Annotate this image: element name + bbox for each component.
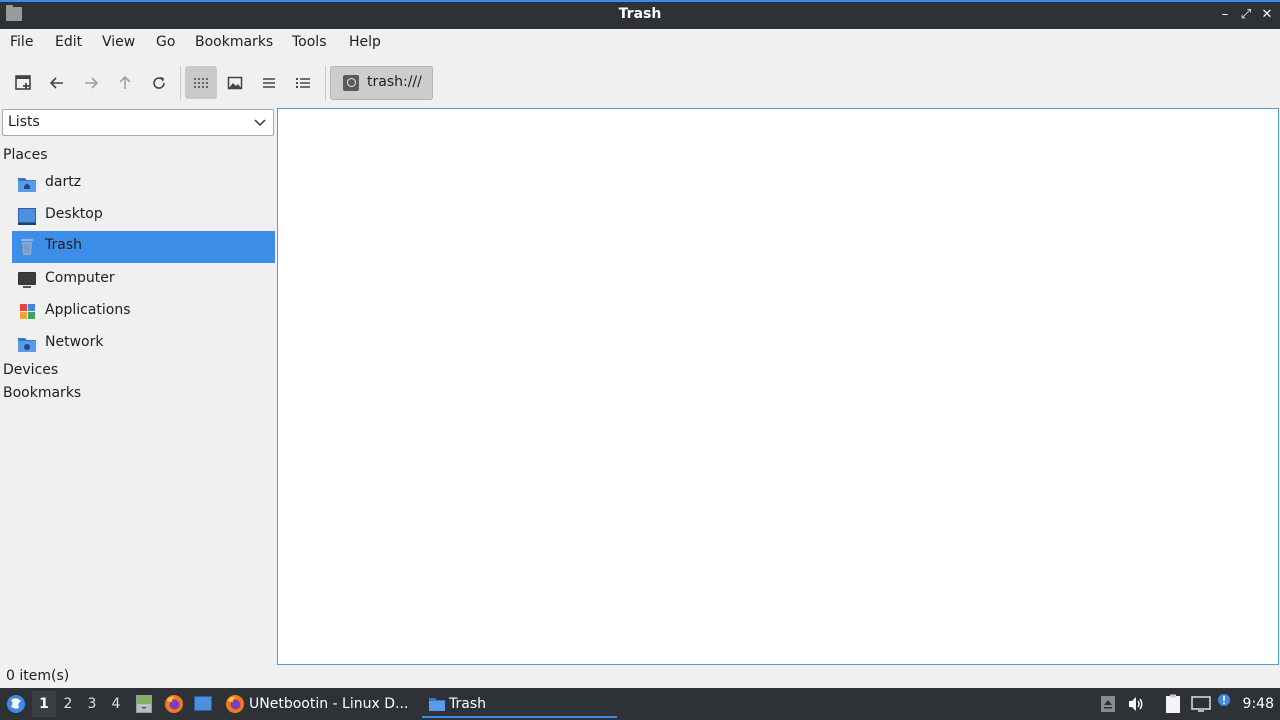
detailed-list-icon [296, 77, 310, 88]
compact-view-button[interactable] [253, 66, 285, 99]
up-button[interactable] [109, 66, 141, 99]
side-pane-mode-select[interactable]: Lists [2, 109, 274, 136]
chevron-down-icon [254, 119, 266, 127]
desktop-icon [194, 696, 212, 711]
path-label: trash:/// [367, 74, 422, 90]
new-tab-icon [15, 74, 31, 90]
eject-icon [1101, 696, 1115, 712]
computer-icon [18, 272, 36, 288]
menu-help[interactable]: Help [349, 34, 381, 50]
menu-file[interactable]: File [10, 34, 33, 50]
workspace-3[interactable]: 3 [84, 696, 100, 712]
window-title: Trash [618, 6, 662, 22]
sidebar-item-computer[interactable]: Computer [12, 264, 275, 296]
reload-icon [153, 76, 165, 89]
sidebar-item-home[interactable]: dartz [12, 168, 275, 200]
close-button[interactable]: ✕ [1258, 5, 1276, 25]
firefox-launcher[interactable] [163, 688, 185, 720]
back-button[interactable] [41, 66, 73, 99]
status-text: 0 item(s) [6, 668, 70, 684]
side-pane: Lists Places dartz Desktop Trash Compute… [0, 108, 276, 666]
folder-view[interactable] [277, 108, 1279, 665]
folder-icon [429, 698, 445, 711]
clock[interactable]: 9:48 [1243, 696, 1274, 712]
sidebar-item-label: Trash [45, 237, 82, 253]
sidebar-item-network[interactable]: Network [12, 328, 275, 360]
arrow-left-icon [49, 76, 63, 89]
forward-button[interactable] [75, 66, 107, 99]
info-icon [1218, 694, 1230, 706]
title-bar: Trash – ⤢ ✕ [0, 0, 1280, 29]
thumbnail-view-button[interactable] [219, 66, 251, 99]
toolbar-separator [325, 66, 326, 100]
minimize-button[interactable]: – [1216, 5, 1234, 25]
menu-go[interactable]: Go [156, 34, 175, 50]
menu-bar: File Edit View Go Bookmarks Tools Help [0, 29, 1280, 57]
task-label: Trash [449, 696, 486, 712]
icon-grid-icon [194, 77, 208, 88]
toolbar: trash:/// [0, 58, 1280, 106]
task-unetbootin[interactable]: UNetbootin - Linux D... [222, 688, 414, 720]
reload-button[interactable] [143, 66, 175, 99]
menu-bookmarks[interactable]: Bookmarks [195, 34, 273, 50]
firefox-icon [226, 695, 244, 713]
tray-notification[interactable] [1216, 688, 1234, 720]
home-folder-icon [18, 178, 36, 192]
menu-edit[interactable]: Edit [55, 34, 82, 50]
workspace-2[interactable]: 2 [60, 696, 76, 712]
bookmarks-heading[interactable]: Bookmarks [3, 385, 81, 401]
lxqt-logo-icon [7, 695, 25, 713]
toolbar-separator [180, 66, 181, 100]
tray-removable-media[interactable] [1098, 688, 1118, 720]
file-cabinet-icon [136, 695, 152, 713]
arrow-up-icon [119, 75, 131, 89]
sidebar-item-label: dartz [45, 174, 82, 190]
clipboard-icon [1166, 694, 1180, 713]
side-pane-mode-label: Lists [8, 114, 40, 130]
file-manager-launcher[interactable] [133, 688, 155, 720]
new-tab-button[interactable] [7, 66, 39, 99]
menu-tools[interactable]: Tools [292, 34, 327, 50]
tray-clipboard[interactable] [1162, 688, 1184, 720]
sidebar-item-label: Applications [45, 302, 131, 318]
sidebar-item-label: Computer [45, 270, 115, 286]
tray-network[interactable] [1190, 688, 1212, 720]
volume-icon [1129, 697, 1143, 711]
image-icon [227, 76, 243, 89]
task-label: UNetbootin - Linux D... [249, 696, 409, 712]
start-menu-button[interactable] [4, 688, 28, 720]
task-trash[interactable]: Trash [422, 688, 617, 720]
desktop-icon [18, 208, 36, 225]
detailed-list-view-button[interactable] [287, 66, 319, 99]
path-button[interactable]: trash:/// [330, 66, 433, 100]
tray-volume[interactable] [1126, 688, 1146, 720]
maximize-button[interactable]: ⤢ [1237, 5, 1255, 25]
sidebar-item-trash[interactable]: Trash [12, 231, 275, 263]
trash-location-icon [343, 75, 359, 91]
workspace-4[interactable]: 4 [108, 696, 124, 712]
firefox-icon [165, 695, 183, 713]
workspace-1[interactable]: 1 [36, 696, 52, 712]
sidebar-item-label: Desktop [45, 206, 103, 222]
sidebar-item-label: Network [45, 334, 104, 350]
applications-icon [20, 304, 35, 319]
trash-icon [21, 239, 33, 255]
show-desktop-launcher[interactable] [192, 688, 214, 720]
devices-heading[interactable]: Devices [3, 362, 58, 378]
menu-view[interactable]: View [102, 34, 135, 50]
icon-view-button[interactable] [185, 66, 217, 99]
taskbar: 1 2 3 4 UNetbootin - Linux D... Trash 9:… [0, 688, 1280, 720]
arrow-right-icon [85, 76, 99, 89]
compact-list-icon [263, 77, 275, 88]
network-monitor-icon [1191, 696, 1211, 712]
sidebar-item-applications[interactable]: Applications [12, 296, 275, 328]
network-icon [18, 338, 36, 352]
places-heading[interactable]: Places [3, 147, 48, 163]
sidebar-item-desktop[interactable]: Desktop [12, 200, 275, 232]
